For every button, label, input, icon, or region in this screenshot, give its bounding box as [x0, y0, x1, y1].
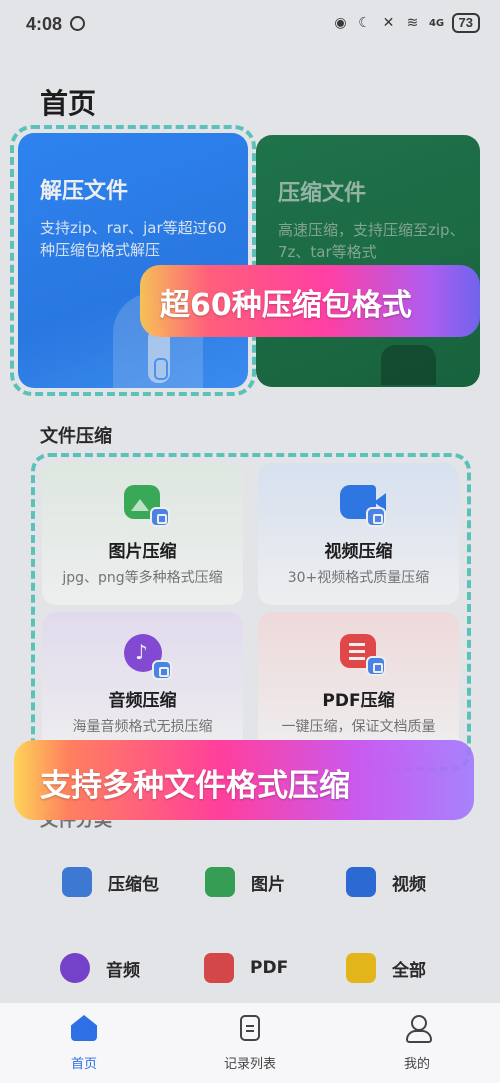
nav-tab-mine[interactable]: 我的 [357, 1015, 477, 1072]
compress-illustration [381, 345, 436, 385]
status-bar: 4:08 ◉ ☾ ✕ ≋ 4G 73 [0, 0, 500, 50]
nav-label: 我的 [403, 1057, 430, 1072]
category-video[interactable]: 视频 [346, 862, 426, 902]
do-not-disturb-timer-icon [70, 16, 85, 31]
compress-card-description: 高速压缩，支持压缩至zip、7z、tar等格式 [278, 221, 465, 261]
eye-icon: ◉ [334, 15, 347, 31]
category-label: 压缩包 [108, 874, 159, 895]
profile-icon [404, 1015, 432, 1043]
mute-icon: ✕ [382, 15, 395, 31]
nav-label: 记录列表 [223, 1057, 276, 1072]
category-label: 音频 [106, 960, 140, 981]
image-icon [205, 867, 235, 897]
category-pdf[interactable]: PDF [204, 948, 288, 988]
compress-file-card[interactable]: 压缩文件 高速压缩，支持压缩至zip、7z、tar等格式 [256, 135, 480, 387]
file-compress-section-title: 文件压缩 [40, 426, 112, 447]
category-all[interactable]: 全部 [346, 948, 426, 988]
status-time: 4:08 [26, 14, 63, 34]
extract-card-highlight [10, 125, 256, 396]
records-icon [240, 1015, 260, 1041]
audio-icon [60, 953, 90, 983]
promo-banner-multi-format: 支持多种文件格式压缩 [14, 740, 474, 820]
video-icon [346, 867, 376, 897]
promo-banner-formats: 超60种压缩包格式 [140, 265, 480, 337]
signal-icon: 4G [428, 17, 445, 29]
category-image[interactable]: 图片 [205, 862, 285, 902]
moon-icon: ☾ [358, 15, 371, 31]
nav-tab-home[interactable]: 首页 [24, 1015, 144, 1072]
wifi-icon: ≋ [406, 15, 419, 31]
category-label: 图片 [251, 874, 285, 895]
category-audio[interactable]: 音频 [60, 948, 140, 988]
nav-tab-records[interactable]: 记录列表 [190, 1015, 310, 1072]
zip-icon [62, 867, 92, 897]
status-icons: ◉ ☾ ✕ ≋ 4G 73 [332, 13, 480, 33]
compress-card-title: 压缩文件 [278, 181, 367, 206]
category-label: 全部 [392, 960, 426, 981]
nav-label: 首页 [70, 1057, 97, 1072]
page-title: 首页 [40, 87, 97, 120]
category-label: PDF [250, 958, 289, 978]
compress-grid-highlight [31, 453, 471, 771]
category-zip[interactable]: 压缩包 [62, 862, 159, 902]
battery-indicator: 73 [451, 13, 480, 33]
home-icon [71, 1015, 97, 1041]
app-screen: 4:08 ◉ ☾ ✕ ≋ 4G 73 首页 解压文件 支持zip、rar、jar… [0, 0, 500, 1083]
category-label: 视频 [392, 874, 426, 895]
bottom-navigation: 首页 记录列表 我的 [0, 1003, 500, 1083]
pdf-icon [204, 953, 234, 983]
folder-icon [346, 953, 376, 983]
